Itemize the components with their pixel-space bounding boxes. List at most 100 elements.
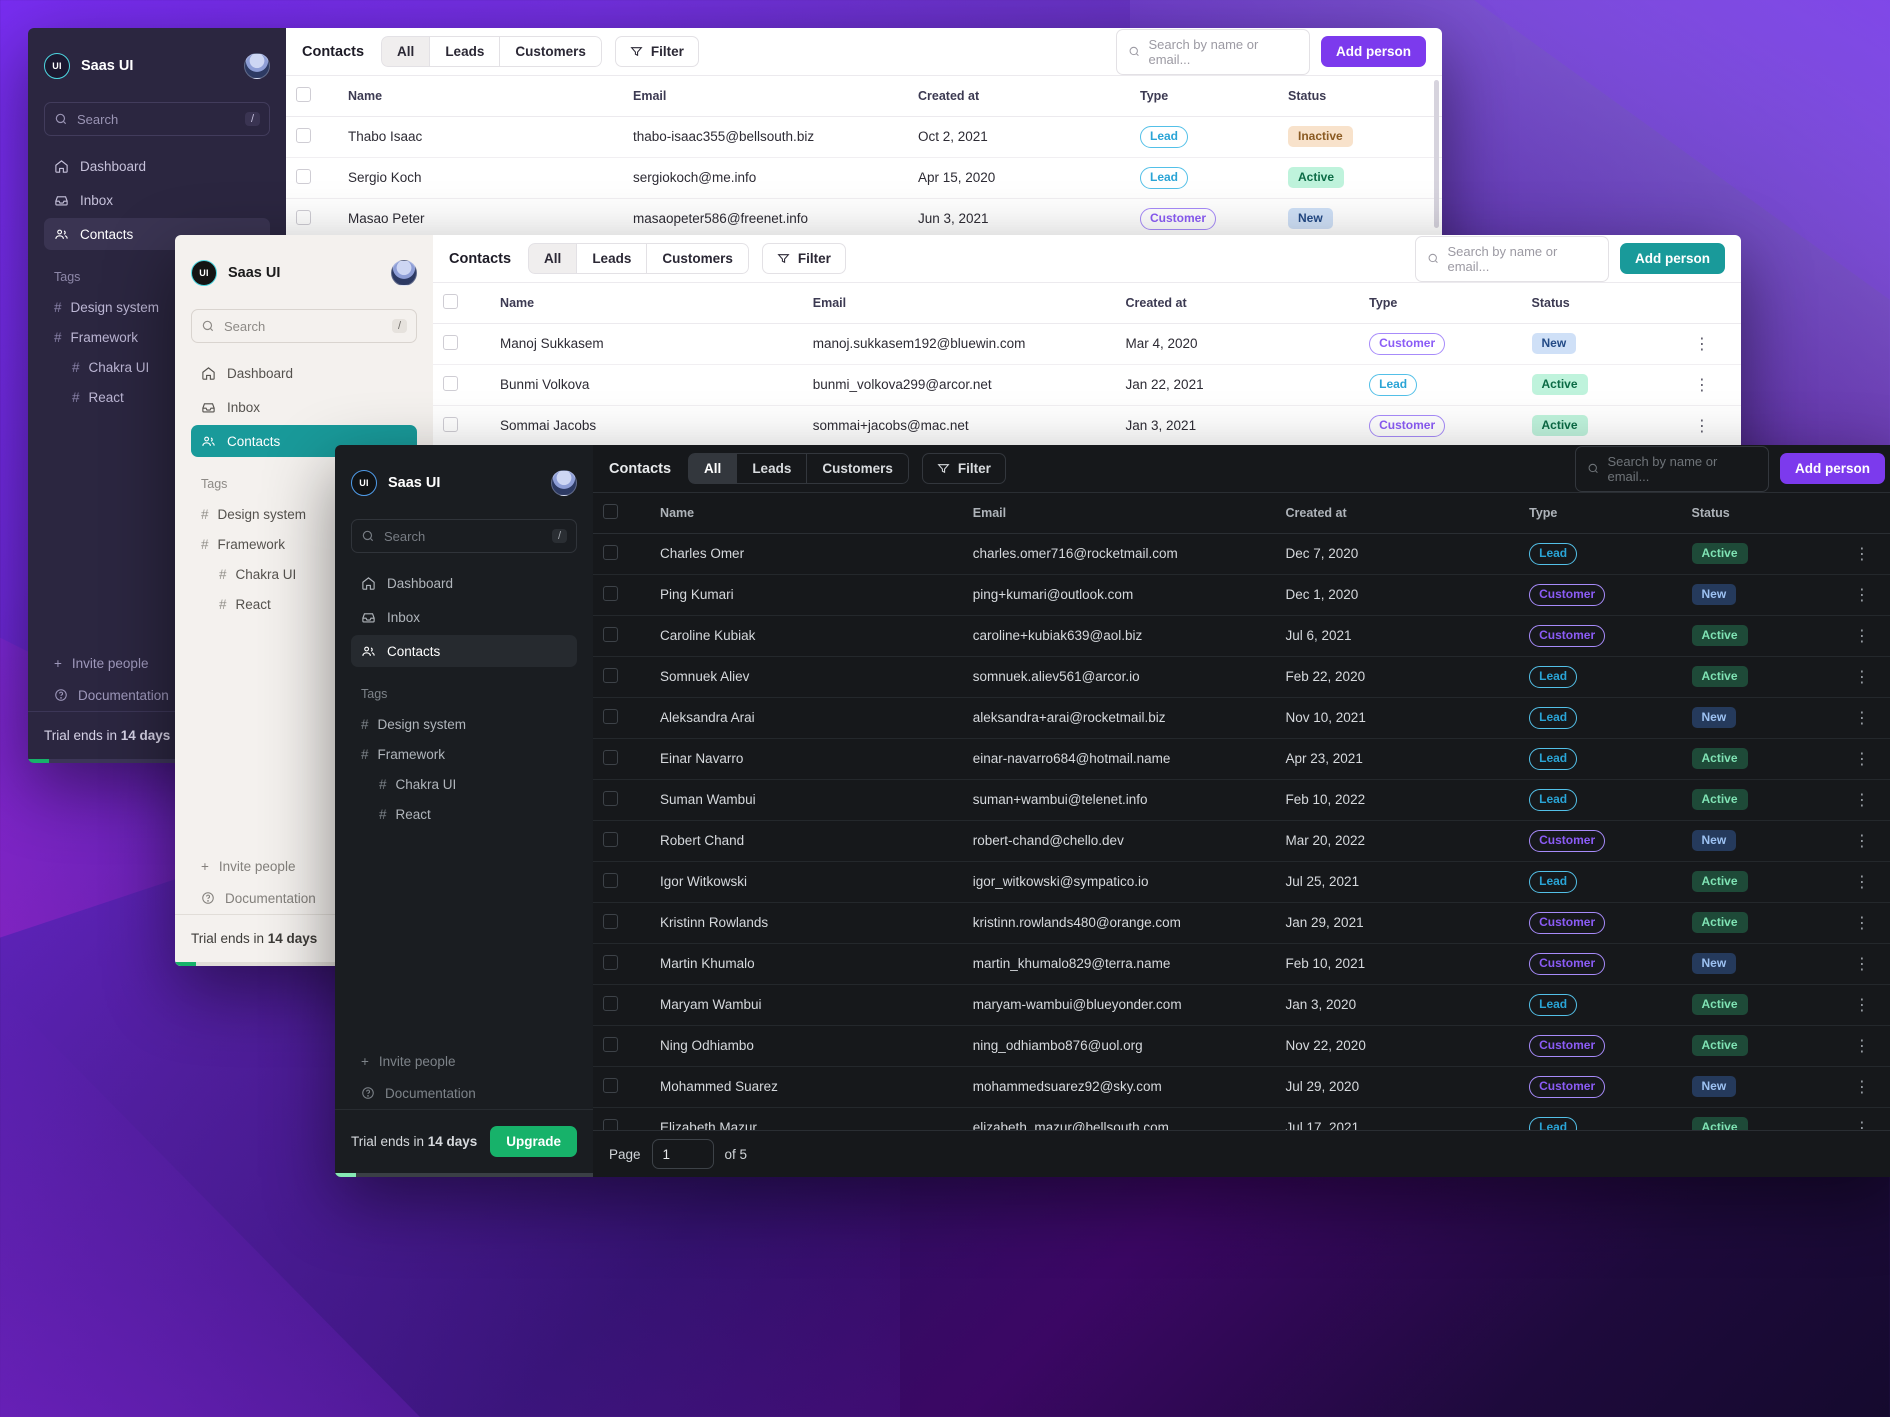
filter-button[interactable]: Filter	[614, 36, 699, 67]
row-menu-icon[interactable]: ⋮	[1854, 792, 1871, 809]
row-checkbox[interactable]	[603, 749, 618, 765]
row-select-cell[interactable]	[593, 984, 651, 1026]
cell-actions[interactable]: ⋮	[1683, 364, 1741, 406]
row-checkbox[interactable]	[443, 375, 458, 391]
table-row[interactable]: Igor Witkowski igor_witkowski@sympatico.i…	[593, 861, 1890, 903]
cell-actions[interactable]: ⋮	[1843, 1107, 1890, 1131]
row-select-cell[interactable]	[433, 323, 491, 365]
row-select-cell[interactable]	[593, 861, 651, 903]
row-select-cell[interactable]	[433, 405, 491, 447]
row-select-cell[interactable]	[593, 1066, 651, 1108]
row-menu-icon[interactable]: ⋮	[1854, 874, 1871, 891]
cell-actions[interactable]: ⋮	[1843, 943, 1890, 985]
avatar[interactable]	[391, 260, 417, 286]
table-row[interactable]: Suman Wambui suman+wambui@telenet.info Feb…	[593, 779, 1890, 821]
row-checkbox[interactable]	[603, 585, 618, 601]
select-all-header[interactable]	[593, 493, 651, 534]
cell-actions[interactable]: ⋮	[1683, 323, 1741, 365]
tab-leads[interactable]: Leads	[737, 453, 808, 484]
row-menu-icon[interactable]: ⋮	[1854, 1079, 1871, 1096]
sidebar-item-inbox[interactable]: Inbox	[351, 601, 577, 633]
brand[interactable]: UI Saas UI	[44, 46, 270, 86]
tab-all[interactable]: All	[381, 36, 431, 67]
add-person-button[interactable]: Add person	[1619, 243, 1725, 274]
col-header-name[interactable]: Name	[338, 76, 623, 117]
row-select-cell[interactable]	[593, 820, 651, 862]
select-all-header[interactable]	[433, 283, 491, 324]
col-header-type[interactable]: Type	[1130, 76, 1278, 117]
table-row[interactable]: Caroline Kubiak caroline+kubiak639@aol.bi…	[593, 615, 1890, 657]
table-row[interactable]: Manoj Sukkasem manoj.sukkasem192@bluewin.…	[433, 323, 1741, 365]
table-row[interactable]: Maryam Wambui maryam-wambui@blueyonder.co…	[593, 984, 1890, 1026]
avatar[interactable]	[244, 53, 270, 79]
tag-react[interactable]: # React	[351, 799, 577, 829]
tab-customers[interactable]: Customers	[807, 453, 909, 484]
row-checkbox[interactable]	[603, 872, 618, 888]
cell-actions[interactable]: ⋮	[1843, 574, 1890, 616]
filter-button[interactable]: Filter	[921, 453, 1006, 484]
table-row[interactable]: Aleksandra Arai aleksandra+arai@rocketmai…	[593, 697, 1890, 739]
table-row[interactable]: Sommai Jacobs sommai+jacobs@mac.net Jan 3,…	[433, 405, 1741, 447]
brand[interactable]: UI Saas UI	[191, 253, 417, 293]
col-header-email[interactable]: Email	[802, 283, 1116, 324]
row-menu-icon[interactable]: ⋮	[1694, 336, 1711, 353]
row-menu-icon[interactable]: ⋮	[1854, 1038, 1871, 1055]
cell-actions[interactable]: ⋮	[1843, 697, 1890, 739]
cell-actions[interactable]: ⋮	[1843, 1066, 1890, 1108]
tag-framework[interactable]: # Framework	[351, 739, 577, 769]
row-select-cell[interactable]	[286, 116, 338, 158]
row-select-cell[interactable]	[593, 779, 651, 821]
col-header-created[interactable]: Created at	[1115, 283, 1360, 324]
page-number-input[interactable]	[651, 1139, 714, 1169]
search-input[interactable]: Search by name or email...	[1574, 445, 1769, 492]
col-header-name[interactable]: Name	[490, 283, 803, 324]
select-all-checkbox[interactable]	[443, 293, 458, 309]
cell-actions[interactable]: ⋮	[1843, 656, 1890, 698]
tab-customers[interactable]: Customers	[647, 243, 749, 274]
cell-actions[interactable]: ⋮	[1843, 984, 1890, 1026]
col-header-status[interactable]: Status	[1278, 76, 1426, 117]
tag-design-system[interactable]: # Design system	[351, 709, 577, 739]
tab-customers[interactable]: Customers	[500, 36, 602, 67]
sidebar-item-inbox[interactable]: Inbox	[44, 184, 270, 216]
row-checkbox[interactable]	[603, 1077, 618, 1093]
upgrade-button[interactable]: Upgrade	[490, 1126, 577, 1157]
row-menu-icon[interactable]: ⋮	[1854, 546, 1871, 563]
table-row[interactable]: Martin Khumalo martin_khumalo829@terra.na…	[593, 943, 1890, 985]
row-checkbox[interactable]	[603, 626, 618, 642]
col-header-type[interactable]: Type	[1359, 283, 1522, 324]
row-select-cell[interactable]	[593, 738, 651, 780]
row-select-cell[interactable]	[593, 943, 651, 985]
row-menu-icon[interactable]: ⋮	[1854, 710, 1871, 727]
table-row[interactable]: Robert Chand robert-chand@chello.dev Mar 2…	[593, 820, 1890, 862]
search-input[interactable]: Search by name or email...	[1414, 235, 1609, 282]
row-menu-icon[interactable]: ⋮	[1854, 1120, 1871, 1131]
table-row[interactable]: Ping Kumari ping+kumari@outlook.com Dec 1,…	[593, 574, 1890, 616]
row-menu-icon[interactable]: ⋮	[1854, 997, 1871, 1014]
col-header-email[interactable]: Email	[962, 493, 1276, 534]
row-checkbox[interactable]	[603, 708, 618, 724]
cell-actions[interactable]: ⋮	[1843, 533, 1890, 575]
row-menu-icon[interactable]: ⋮	[1854, 833, 1871, 850]
row-select-cell[interactable]	[286, 157, 338, 199]
sidebar-item-dashboard[interactable]: Dashboard	[351, 567, 577, 599]
row-select-cell[interactable]	[593, 615, 651, 657]
sidebar-item-dashboard[interactable]: Dashboard	[44, 150, 270, 182]
row-menu-icon[interactable]: ⋮	[1854, 915, 1871, 932]
sidebar-item-contacts[interactable]: Contacts	[351, 635, 577, 667]
select-all-header[interactable]	[286, 76, 338, 117]
row-checkbox[interactable]	[603, 913, 618, 929]
row-checkbox[interactable]	[603, 831, 618, 847]
tab-all[interactable]: All	[688, 453, 738, 484]
sidebar-search-input[interactable]: Search /	[351, 519, 577, 553]
cell-actions[interactable]: ⋮	[1683, 405, 1741, 447]
row-select-cell[interactable]	[433, 364, 491, 406]
table-row[interactable]: Bunmi Volkova bunmi_volkova299@arcor.net J…	[433, 364, 1741, 406]
tab-leads[interactable]: Leads	[577, 243, 648, 274]
table-row[interactable]: Thabo Isaac thabo-isaac355@bellsouth.biz O…	[286, 116, 1442, 158]
row-checkbox[interactable]	[296, 127, 311, 143]
cell-actions[interactable]: ⋮	[1843, 615, 1890, 657]
row-menu-icon[interactable]: ⋮	[1854, 669, 1871, 686]
table-row[interactable]: Kristinn Rowlands kristinn.rowlands480@or…	[593, 902, 1890, 944]
row-checkbox[interactable]	[296, 168, 311, 184]
